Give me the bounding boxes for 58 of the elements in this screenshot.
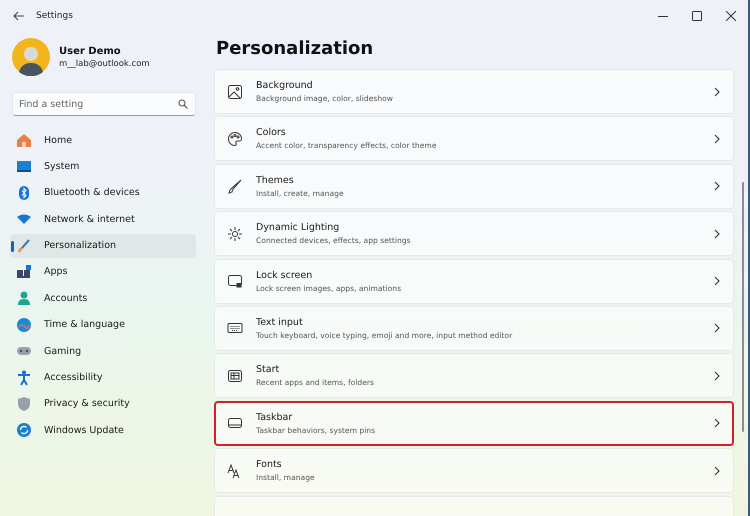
monitor-icon [16, 158, 32, 174]
back-arrow-icon [13, 11, 25, 21]
bluetooth-icon [16, 184, 32, 201]
sidebar-item[interactable]: Bluetooth & devices [10, 180, 196, 205]
sidebar-item[interactable]: Apps [10, 260, 196, 284]
card-title: Taskbar [256, 412, 294, 423]
shield-icon [16, 396, 32, 412]
apps-icon [16, 264, 32, 280]
card-title: Lock screen [256, 270, 314, 281]
chevron-right-icon [713, 323, 721, 334]
sidebar-item[interactable]: Network & internet [10, 207, 196, 232]
globe-icon [16, 316, 32, 333]
lock-screen-icon [227, 273, 243, 290]
search-icon [178, 99, 188, 109]
window-title: Settings [36, 11, 73, 21]
chevron-right-icon [713, 276, 721, 286]
card-title: Text input [256, 316, 304, 328]
card-title: Fonts [256, 459, 283, 470]
scrollbar[interactable] [742, 182, 744, 432]
sidebar-item[interactable]: Time & language [10, 312, 196, 337]
user-email: m__lab@outlook.com [59, 58, 150, 68]
sidebar-item[interactable]: System [10, 154, 196, 178]
sidebar-item[interactable]: Gaming [10, 339, 196, 364]
chevron-right-icon [713, 86, 721, 96]
page-title: Personalization [216, 38, 374, 59]
chevron-right-icon [713, 466, 721, 476]
card-title: Dynamic Lighting [256, 222, 340, 234]
selection-indicator [11, 240, 14, 252]
close-icon [726, 11, 736, 21]
avatar-icon [12, 38, 50, 76]
brush-icon [227, 178, 243, 194]
sidebar-item[interactable]: Privacy & security [10, 392, 196, 416]
chevron-right-icon [713, 181, 721, 192]
accessibility-icon [16, 370, 32, 386]
chevron-right-icon [713, 134, 721, 144]
sidebar-item[interactable]: Personalization [10, 234, 196, 258]
sidebar-item[interactable]: Accounts [10, 286, 196, 310]
card-title: Themes [256, 174, 295, 186]
sync-icon [16, 422, 32, 438]
chevron-right-icon [713, 370, 721, 381]
card-title: Background [256, 80, 314, 91]
chevron-right-icon [713, 228, 721, 239]
sidebar-item[interactable]: Accessibility [10, 366, 196, 390]
sidebar-item[interactable]: Home [10, 128, 196, 152]
light-burst-icon [227, 226, 243, 242]
user-name: User Demo [59, 46, 122, 56]
maximize-icon [692, 11, 702, 21]
person-icon [16, 290, 32, 306]
picture-icon [227, 84, 243, 100]
brush-icon [16, 238, 32, 254]
sidebar-item[interactable]: Windows Update [10, 418, 196, 442]
card-title: Start [256, 364, 280, 376]
card-title: Colors [256, 127, 287, 138]
start-menu-icon [227, 368, 243, 384]
home-icon [16, 132, 32, 148]
chevron-right-icon [713, 418, 721, 428]
search-field[interactable]: Find a setting [12, 92, 196, 116]
palette-icon [227, 130, 243, 147]
